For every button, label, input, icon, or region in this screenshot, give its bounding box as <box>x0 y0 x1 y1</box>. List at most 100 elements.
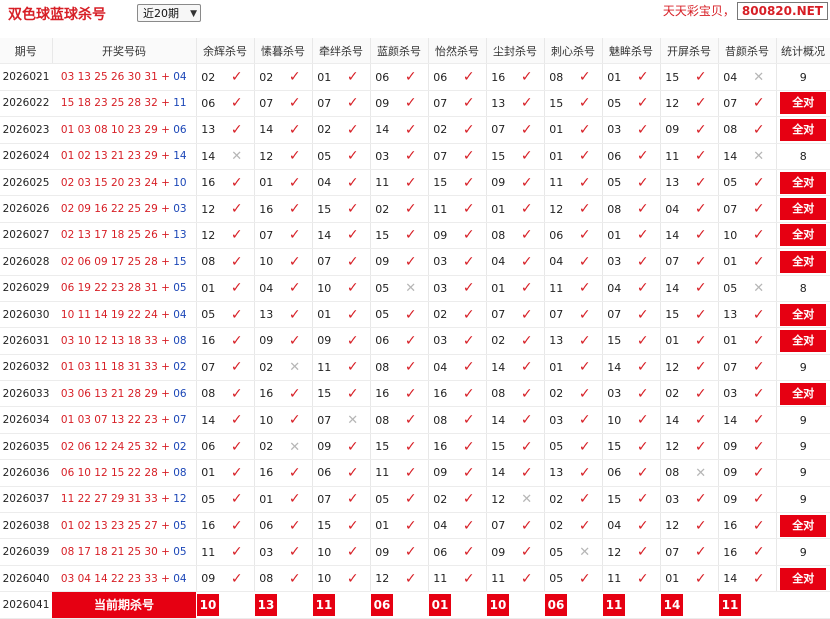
result-mark-cell: ✓ <box>568 143 602 170</box>
kill-value-cell: 10 <box>311 275 336 302</box>
check-icon: ✓ <box>520 69 533 86</box>
check-icon: ✓ <box>462 332 475 349</box>
empty-cell <box>510 591 544 619</box>
kill-value-cell: 14 <box>659 222 684 250</box>
draw-numbers-cell: 02 09 16 22 25 29 + 03 <box>52 195 196 223</box>
check-icon: ✓ <box>752 253 765 270</box>
draw-numbers-cell: 01 02 13 21 23 29 + 14 <box>52 143 196 170</box>
red-balls: 01 02 13 23 25 27 + <box>60 519 174 532</box>
draw-numbers-cell: 01 03 11 18 31 33 + 02 <box>52 354 196 382</box>
check-icon: ✓ <box>520 306 533 323</box>
kill-value-cell: 16 <box>717 538 742 566</box>
kill-value-cell: 11 <box>311 354 336 382</box>
kill-value-cell: 01 <box>601 63 626 91</box>
kill-value-cell: 09 <box>369 538 394 566</box>
kill-value-cell: 16 <box>253 195 278 223</box>
check-icon: ✓ <box>578 517 591 534</box>
issue-cell: 2026036 <box>0 459 52 487</box>
column-header: 期号 <box>0 38 53 65</box>
check-icon: ✓ <box>462 517 475 534</box>
kill-value-cell: 01 <box>253 486 278 514</box>
blue-ball: 12 <box>173 493 187 506</box>
check-icon: ✓ <box>752 201 765 218</box>
result-mark-cell: ✓ <box>684 143 718 170</box>
result-mark-cell: ✓ <box>684 538 718 566</box>
issue-cell: 2026025 <box>0 169 52 197</box>
result-mark-cell: ✓ <box>278 380 312 408</box>
check-icon: ✓ <box>288 148 301 165</box>
kill-value-cell: 01 <box>311 301 336 329</box>
cross-icon: ✕ <box>405 281 417 297</box>
result-mark-cell: ✓ <box>220 512 254 540</box>
cross-icon: ✕ <box>231 149 243 165</box>
result-mark-cell: ✓ <box>394 433 428 461</box>
result-mark-cell: ✓ <box>278 565 312 593</box>
kill-value-cell: 03 <box>427 327 452 355</box>
result-mark-cell: ✓ <box>336 565 370 593</box>
check-icon: ✓ <box>520 385 533 402</box>
check-icon: ✓ <box>694 412 707 429</box>
check-icon: ✓ <box>462 438 475 455</box>
check-icon: ✓ <box>230 69 243 86</box>
kill-value-cell: 04 <box>659 195 684 223</box>
kill-number-table: 期号 开奖号码 余辉杀号 愫暮杀号 牵绊杀号 蓝颜杀号 怡然杀号 尘封杀号 刺心杀号 魅眸杀号 开屏… <box>0 38 830 619</box>
empty-cell <box>394 591 428 619</box>
result-mark-cell: ✓ <box>684 565 718 593</box>
column-header: 怡然杀号 <box>428 38 487 65</box>
check-icon: ✓ <box>578 201 591 218</box>
check-icon: ✓ <box>404 174 417 191</box>
result-mark-cell: ✓ <box>220 486 254 514</box>
kill-value-cell: 07 <box>311 406 336 434</box>
cross-icon: ✕ <box>521 492 533 508</box>
result-mark-cell: ✕ <box>394 275 428 302</box>
current-kill-value: 11 <box>603 593 625 616</box>
result-mark-cell: ✓ <box>278 406 312 434</box>
table-row: 2026025 02 03 15 20 23 24 + 10 16 ✓ 01 ✓ 04 ✓ 11… <box>0 169 830 197</box>
all-correct-badge: 全对 <box>780 224 827 247</box>
blue-ball: 04 <box>173 572 187 585</box>
blue-ball: 05 <box>173 282 187 295</box>
site-link[interactable]: 800820.NET <box>736 2 828 20</box>
issue-cell: 2026023 <box>0 116 52 144</box>
check-icon: ✓ <box>520 438 533 455</box>
check-icon: ✓ <box>520 332 533 349</box>
draw-numbers-cell: 15 18 23 25 28 32 + 11 <box>52 90 196 118</box>
stat-cell: 9 <box>775 486 830 514</box>
result-mark-cell: ✓ <box>452 301 486 329</box>
check-icon: ✓ <box>346 95 359 112</box>
kill-value-cell: 12 <box>253 143 278 170</box>
check-icon: ✓ <box>694 517 707 534</box>
kill-value-cell: 14 <box>485 406 510 434</box>
result-mark-cell: ✓ <box>452 116 486 144</box>
result-mark-cell: ✓ <box>626 406 660 434</box>
kill-value-cell: 07 <box>427 90 452 118</box>
check-icon: ✓ <box>404 201 417 218</box>
result-mark-cell: ✓ <box>742 222 776 250</box>
table-row: 2026032 01 03 11 18 31 33 + 02 07 ✓ 02 ✕ 11 ✓ 08… <box>0 354 830 382</box>
empty-cell <box>776 591 830 619</box>
result-mark-cell: ✓ <box>684 301 718 329</box>
current-kill-value: 13 <box>255 593 277 616</box>
stat-cell: 全对 <box>775 116 830 144</box>
red-balls: 08 17 18 21 25 30 + <box>60 546 174 559</box>
column-header: 蓝颜杀号 <box>370 38 429 65</box>
kill-value-cell: 10 <box>601 406 626 434</box>
issue-cell: 2026033 <box>0 380 52 408</box>
kill-value-cell: 07 <box>427 143 452 170</box>
issue-cell: 2026022 <box>0 90 52 118</box>
check-icon: ✓ <box>752 121 765 138</box>
current-kill-cell: 14 <box>660 591 684 619</box>
check-icon: ✓ <box>230 544 243 561</box>
result-mark-cell: ✓ <box>510 406 544 434</box>
issue-cell: 2026039 <box>0 538 52 566</box>
check-icon: ✓ <box>404 332 417 349</box>
red-balls: 01 03 11 18 31 33 + <box>60 361 174 374</box>
result-mark-cell: ✓ <box>568 195 602 223</box>
table-row: 2026022 15 18 23 25 28 32 + 11 06 ✓ 07 ✓ 07 ✓ 09… <box>0 90 830 118</box>
period-select[interactable]: 近20期 ▼ <box>137 4 201 22</box>
kill-value-cell: 10 <box>717 222 742 250</box>
check-icon: ✓ <box>288 544 301 561</box>
check-icon: ✓ <box>288 201 301 218</box>
kill-value-cell: 16 <box>717 512 742 540</box>
kill-value-cell: 12 <box>195 195 220 223</box>
